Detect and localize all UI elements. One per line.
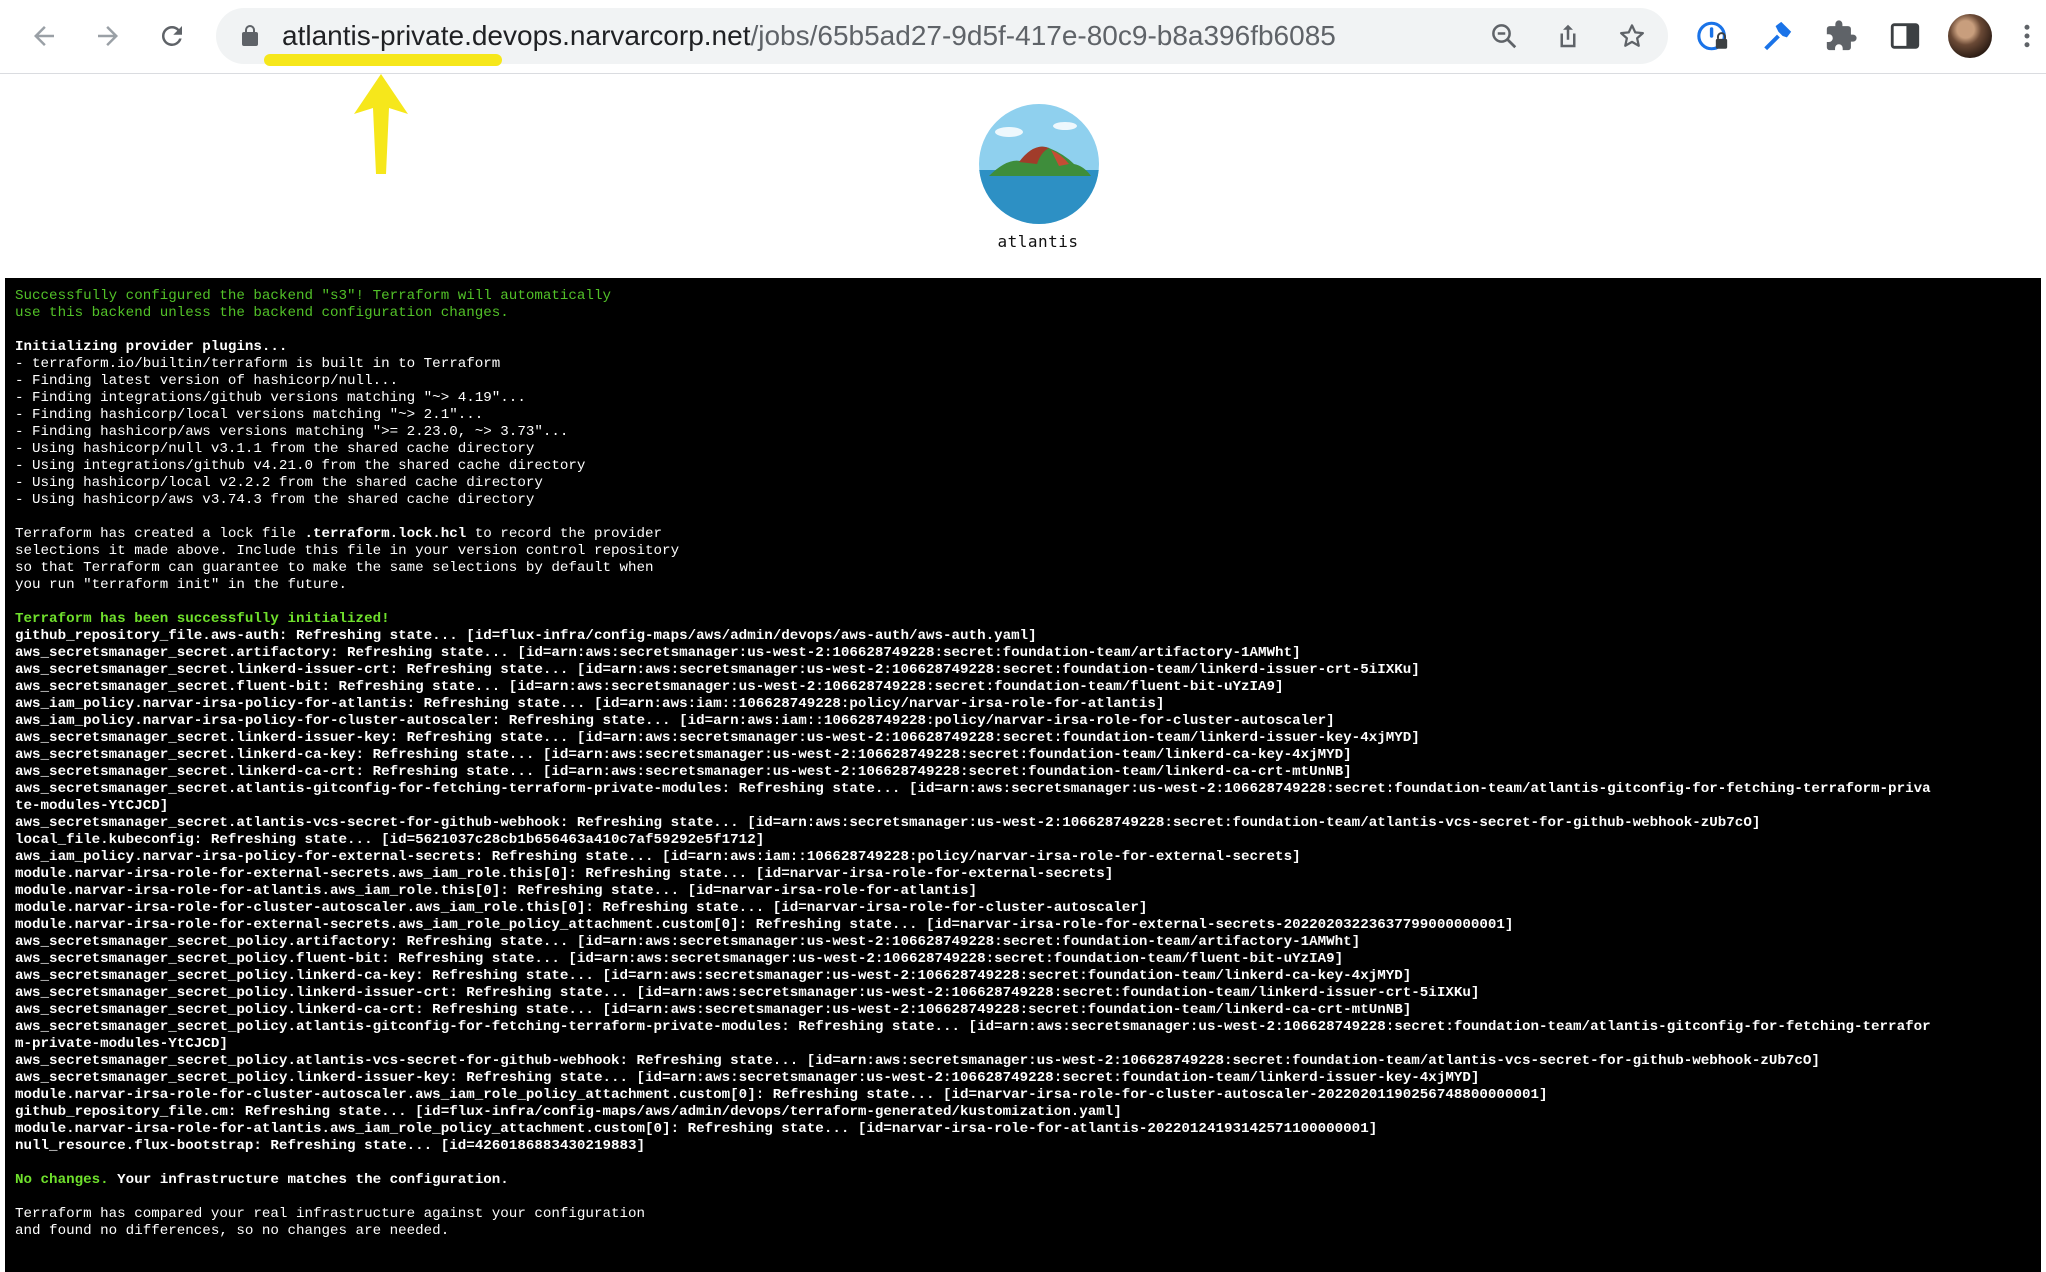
refresh-line: aws_secretsmanager_secret_policy.linkerd… (15, 968, 1412, 984)
refresh-line: te-modules-YtCJCD] (15, 798, 169, 814)
no-changes-message: Your infrastructure matches the configur… (108, 1172, 509, 1188)
refresh-line: aws_secretsmanager_secret.fluent-bit: Re… (15, 679, 1284, 695)
password-manager-icon (1697, 21, 1728, 51)
lock-line: you run "terraform init" in the future. (15, 577, 348, 593)
side-panel-icon (1890, 23, 1920, 49)
refresh-line: aws_secretsmanager_secret.linkerd-issuer… (15, 730, 1420, 746)
refresh-line: aws_secretsmanager_secret.linkerd-ca-key… (15, 747, 1352, 763)
refresh-line: aws_secretsmanager_secret.atlantis-vcs-s… (15, 815, 1761, 831)
init-line: - terraform.io/builtin/terraform is buil… (15, 356, 501, 372)
browser-menu-button[interactable] (2012, 14, 2042, 58)
refresh-line: aws_secretsmanager_secret_policy.linkerd… (15, 1002, 1412, 1018)
url-path: /jobs/65b5ad27-9d5f-417e-80c9-b8a396fb60… (750, 20, 1336, 51)
forward-button[interactable] (85, 13, 131, 59)
app-name: atlantis (997, 232, 1079, 251)
island-logo-icon (979, 104, 1099, 224)
arrow-left-icon (34, 26, 54, 46)
init-line: - Using hashicorp/local v2.2.2 from the … (15, 475, 543, 491)
arrow-right-icon (98, 26, 118, 46)
init-success: Terraform has been successfully initiali… (15, 611, 390, 627)
reload-icon (161, 25, 182, 46)
refresh-line: aws_secretsmanager_secret_policy.linkerd… (15, 1070, 1480, 1086)
init-line: - Finding hashicorp/aws versions matchin… (15, 424, 569, 440)
annotation-arrow-icon (354, 74, 408, 174)
terminal-output: Successfully configured the backend "s3"… (5, 278, 2041, 1272)
refresh-line: aws_secretsmanager_secret_policy.fluent-… (15, 951, 1344, 967)
refresh-line: module.narvar-irsa-role-for-cluster-auto… (15, 900, 1148, 916)
refresh-line: aws_secretsmanager_secret.linkerd-ca-crt… (15, 764, 1352, 780)
refresh-line: module.narvar-irsa-role-for-cluster-auto… (15, 1087, 1548, 1103)
refresh-line: m-private-modules-YtCJCD] (15, 1036, 228, 1052)
refresh-line: local_file.kubeconfig: Refreshing state.… (15, 832, 765, 848)
share-icon (1560, 24, 1576, 48)
refresh-line: aws_secretsmanager_secret_policy.atlanti… (15, 1053, 1820, 1069)
bookmark-button[interactable] (1614, 18, 1650, 54)
url-highlight-underline (264, 54, 502, 66)
init-line: - Using hashicorp/aws v3.74.3 from the s… (15, 492, 535, 508)
refresh-line: aws_secretsmanager_secret.atlantis-gitco… (15, 781, 1931, 797)
final-line: Terraform has compared your real infrast… (15, 1206, 646, 1222)
refresh-line: aws_iam_policy.narvar-irsa-policy-for-cl… (15, 713, 1335, 729)
refresh-line: aws_secretsmanager_secret_policy.atlanti… (15, 1019, 1931, 1035)
lock-file-name: .terraform.lock.hcl (304, 526, 467, 542)
init-line: - Using hashicorp/null v3.1.1 from the s… (15, 441, 535, 457)
puzzle-icon (1826, 20, 1857, 51)
refresh-line: aws_secretsmanager_secret.linkerd-issuer… (15, 662, 1420, 678)
browser-toolbar: atlantis-private.devops.narvarcorp.net/j… (0, 0, 2046, 74)
init-line: - Finding hashicorp/local versions match… (15, 407, 484, 423)
terminal-log: Successfully configured the backend "s3"… (15, 288, 2031, 1240)
refresh-line: aws_secretsmanager_secret_policy.artifac… (15, 934, 1361, 950)
refresh-line: module.narvar-irsa-role-for-atlantis.aws… (15, 883, 978, 899)
refresh-line: module.narvar-irsa-role-for-external-sec… (15, 866, 1114, 882)
atlantis-logo (979, 104, 1099, 224)
init-heading: Initializing provider plugins... (15, 339, 288, 355)
more-vertical-icon (2024, 24, 2030, 48)
backend-line-2: use this backend unless the backend conf… (15, 305, 509, 321)
refresh-line: module.narvar-irsa-role-for-external-sec… (15, 917, 1514, 933)
lock-line-pre: Terraform has created a lock file (15, 526, 305, 542)
extension-password-manager[interactable] (1691, 14, 1735, 58)
init-line: - Finding integrations/github versions m… (15, 390, 526, 406)
init-line: - Finding latest version of hashicorp/nu… (15, 373, 399, 389)
hammer-icon (1764, 21, 1792, 51)
refresh-line: github_repository_file.cm: Refreshing st… (15, 1104, 1122, 1120)
refresh-line: aws_secretsmanager_secret.artifactory: R… (15, 645, 1301, 661)
zoom-out-icon (1492, 24, 1517, 49)
final-line: and found no differences, so no changes … (15, 1223, 450, 1239)
profile-avatar[interactable] (1948, 14, 1992, 58)
url-host: atlantis-private.devops.narvarcorp.net (282, 20, 751, 51)
star-icon (1620, 24, 1644, 47)
init-line: - Using integrations/github v4.21.0 from… (15, 458, 586, 474)
refresh-line: aws_iam_policy.narvar-irsa-policy-for-at… (15, 696, 1165, 712)
refresh-line: null_resource.flux-bootstrap: Refreshing… (15, 1138, 646, 1154)
lock-line: so that Terraform can guarantee to make … (15, 560, 654, 576)
lock-icon (242, 25, 258, 46)
refresh-line: module.narvar-irsa-role-for-atlantis.aws… (15, 1121, 1378, 1137)
zoom-button[interactable] (1486, 18, 1522, 54)
back-button[interactable] (21, 13, 67, 59)
extension-tool[interactable] (1755, 14, 1799, 58)
lock-line: selections it made above. Include this f… (15, 543, 680, 559)
side-panel-button[interactable] (1883, 14, 1927, 58)
backend-line-1: Successfully configured the backend "s3"… (15, 288, 611, 304)
refresh-line: github_repository_file.aws-auth: Refresh… (15, 628, 1037, 644)
lock-line-post: to record the provider (466, 526, 663, 542)
extensions-button[interactable] (1819, 14, 1863, 58)
refresh-line: aws_iam_policy.narvar-irsa-policy-for-ex… (15, 849, 1301, 865)
share-button[interactable] (1550, 18, 1586, 54)
no-changes-label: No changes. (15, 1172, 109, 1188)
reload-button[interactable] (149, 13, 195, 59)
refresh-line: aws_secretsmanager_secret_policy.linkerd… (15, 985, 1480, 1001)
